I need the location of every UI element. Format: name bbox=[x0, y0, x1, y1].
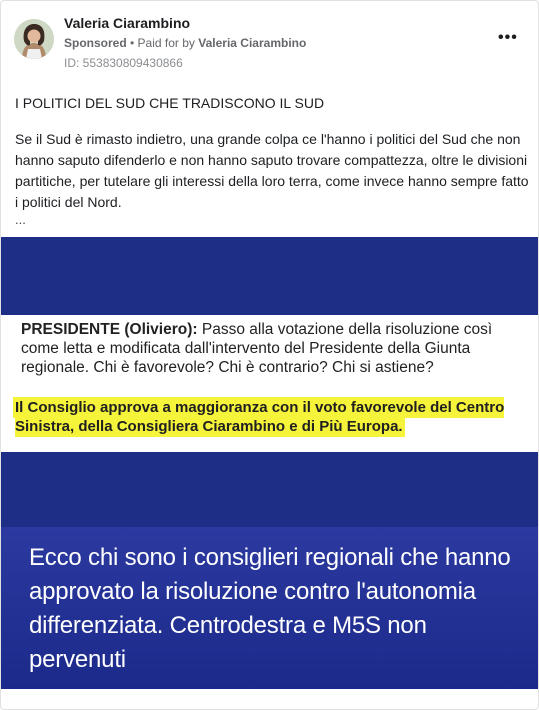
paid-for-prefix: • Paid for by bbox=[130, 36, 195, 50]
ad-post-card: Valeria Ciarambino Sponsored • Paid for … bbox=[0, 0, 539, 710]
highlighted-text: Il Consiglio approva a maggioranza con i… bbox=[15, 399, 505, 435]
post-image[interactable]: PRESIDENTE (Oliviero): Passo alla votazi… bbox=[1, 237, 538, 689]
see-more-ellipsis[interactable]: ... bbox=[15, 213, 530, 227]
ad-id: ID: 553830809430866 bbox=[64, 56, 183, 70]
paid-for-name[interactable]: Valeria Ciarambino bbox=[198, 36, 306, 50]
caption-band: Ecco chi sono i consiglieri regionali ch… bbox=[1, 527, 538, 689]
transcript-panel: PRESIDENTE (Oliviero): Passo alla votazi… bbox=[1, 315, 538, 452]
profile-photo-icon bbox=[14, 19, 54, 59]
post-header: Valeria Ciarambino Sponsored • Paid for … bbox=[1, 1, 538, 81]
post-text: Se il Sud è rimasto indietro, una grande… bbox=[15, 131, 529, 210]
post-body: I POLITICI DEL SUD CHE TRADISCONO IL SUD… bbox=[15, 93, 530, 227]
post-headline: I POLITICI DEL SUD CHE TRADISCONO IL SUD bbox=[15, 95, 325, 111]
author-name[interactable]: Valeria Ciarambino bbox=[64, 15, 190, 31]
sponsored-label: Sponsored bbox=[64, 36, 127, 50]
sponsored-line: Sponsored • Paid for by Valeria Ciarambi… bbox=[64, 36, 306, 50]
image-caption: Ecco chi sono i consiglieri regionali ch… bbox=[29, 544, 511, 673]
transcript-text: PRESIDENTE (Oliviero): Passo alla votazi… bbox=[21, 320, 531, 377]
more-options-icon[interactable]: ••• bbox=[498, 29, 518, 47]
speaker-label: PRESIDENTE (Oliviero): bbox=[21, 321, 198, 338]
avatar[interactable] bbox=[14, 19, 54, 59]
highlighted-result: Il Consiglio approva a maggioranza con i… bbox=[15, 398, 533, 436]
